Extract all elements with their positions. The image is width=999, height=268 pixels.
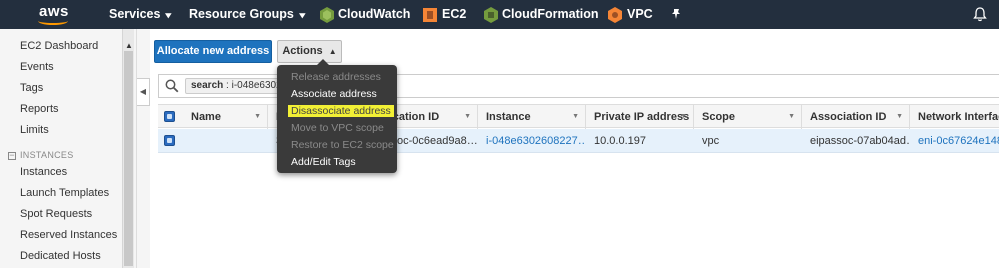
column-label: Private IP address	[594, 111, 690, 123]
scroll-up-icon[interactable]: ▲	[125, 41, 133, 50]
chevron-down-icon: ▾	[299, 10, 306, 20]
collapse-minus-icon: −	[8, 149, 16, 160]
sidebar-item-instances[interactable]: Instances	[20, 166, 67, 178]
resource-groups-label: Resource Groups	[189, 7, 294, 21]
cloudwatch-icon	[320, 7, 334, 23]
search-filter-token[interactable]: search : i-048e6302	[185, 78, 288, 94]
sidebar-scrollbar[interactable]: ▲	[122, 29, 134, 268]
sort-icon: ▼	[254, 113, 261, 120]
sidebar-item-ec2-dashboard[interactable]: EC2 Dashboard	[20, 40, 98, 52]
search-icon	[165, 79, 179, 93]
select-all-checkbox[interactable]	[164, 111, 175, 122]
sidebar-item-reserved-instances[interactable]: Reserved Instances	[20, 229, 117, 241]
chevron-down-icon: ▾	[165, 10, 172, 20]
chevron-left-icon: ◀	[139, 87, 147, 96]
column-header-network-interface[interactable]: Network Interface	[910, 105, 999, 129]
column-header-instance[interactable]: Instance ▼	[478, 105, 586, 129]
column-label: Instance	[486, 111, 531, 123]
search-token-key: search	[191, 80, 224, 91]
sidebar-item-launch-templates[interactable]: Launch Templates	[20, 187, 109, 199]
sidebar-item-reports[interactable]: Reports	[20, 103, 59, 115]
scrollbar-thumb[interactable]	[124, 51, 133, 266]
menu-item-associate-address[interactable]: Associate address	[291, 88, 377, 100]
sidebar-item-tags[interactable]: Tags	[20, 82, 43, 94]
vpc-icon	[608, 7, 622, 23]
top-navigation-bar: aws Services ▾ Resource Groups ▾ CloudWatc…	[0, 0, 999, 29]
column-label: Network Interface	[918, 111, 999, 123]
sidebar-item-events[interactable]: Events	[20, 61, 54, 73]
sidebar-item-spot-requests[interactable]: Spot Requests	[20, 208, 92, 220]
menu-item-release-addresses: Release addresses	[291, 71, 381, 83]
nav-cloudformation-link[interactable]: CloudFormation	[502, 0, 599, 29]
menu-item-disassociate-address[interactable]: Disassociate address	[288, 105, 394, 117]
menu-item-add-edit-tags[interactable]: Add/Edit Tags	[291, 156, 356, 168]
sort-icon: ▼	[680, 113, 687, 120]
sidebar-section-label: INSTANCES	[20, 150, 74, 160]
resource-groups-menu[interactable]: Resource Groups ▾	[189, 0, 306, 29]
column-label: Name	[191, 111, 221, 123]
chevron-up-icon: ▲	[328, 47, 337, 56]
cell-name	[183, 129, 268, 153]
sidebar-section-instances[interactable]: − INSTANCES	[8, 150, 74, 160]
ec2-icon	[423, 8, 437, 22]
nav-ec2-link[interactable]: EC2	[442, 0, 466, 29]
cell-instance-link[interactable]: i-048e6302608227…	[478, 129, 586, 153]
nav-cloudwatch-link[interactable]: CloudWatch	[338, 0, 410, 29]
sidebar-item-dedicated-hosts[interactable]: Dedicated Hosts	[20, 250, 101, 262]
sort-icon: ▼	[788, 113, 795, 120]
nav-vpc-link[interactable]: VPC	[627, 0, 653, 29]
search-token-value: i-048e6302	[231, 80, 282, 91]
sort-icon: ▼	[896, 113, 903, 120]
pin-icon[interactable]	[670, 8, 682, 20]
aws-smile-icon	[38, 17, 68, 25]
menu-item-restore-to-ec2-scope: Restore to EC2 scope	[291, 139, 394, 151]
services-label: Services	[109, 7, 161, 21]
allocate-new-address-button[interactable]: Allocate new address	[154, 40, 272, 63]
cell-private-ip: 10.0.0.197	[594, 135, 646, 147]
column-header-scope[interactable]: Scope ▼	[694, 105, 802, 129]
collapse-sidebar-button[interactable]: ◀	[137, 78, 150, 106]
sort-icon: ▼	[572, 113, 579, 120]
aws-logo[interactable]: aws	[36, 1, 72, 28]
menu-item-move-to-vpc-scope: Move to VPC scope	[291, 122, 384, 134]
actions-label: Actions	[282, 45, 323, 57]
sidebar: EC2 Dashboard Events Tags Reports Limits…	[0, 29, 137, 268]
actions-dropdown-menu: Release addresses Associate address Disa…	[277, 59, 397, 173]
services-menu[interactable]: Services ▾	[109, 0, 172, 29]
actions-button[interactable]: Actions ▲	[277, 40, 342, 63]
cell-network-interface-link[interactable]: eni-0c67624e1487	[910, 129, 999, 153]
row-checkbox[interactable]	[164, 135, 175, 146]
cell-scope: vpc	[702, 135, 720, 147]
sort-icon: ▼	[464, 113, 471, 120]
column-header-name[interactable]: Name ▼	[183, 105, 268, 129]
column-header-association-id[interactable]: Association ID ▼	[802, 105, 910, 129]
cell-association-id: eipassoc-07ab04ad…	[810, 135, 910, 147]
column-header-private-ip[interactable]: Private IP address ▼	[586, 105, 694, 129]
column-label: Association ID	[810, 111, 887, 123]
column-label: Scope	[702, 111, 736, 123]
cloudformation-icon	[484, 7, 498, 23]
bell-icon[interactable]	[973, 7, 987, 22]
sidebar-item-limits[interactable]: Limits	[20, 124, 49, 136]
